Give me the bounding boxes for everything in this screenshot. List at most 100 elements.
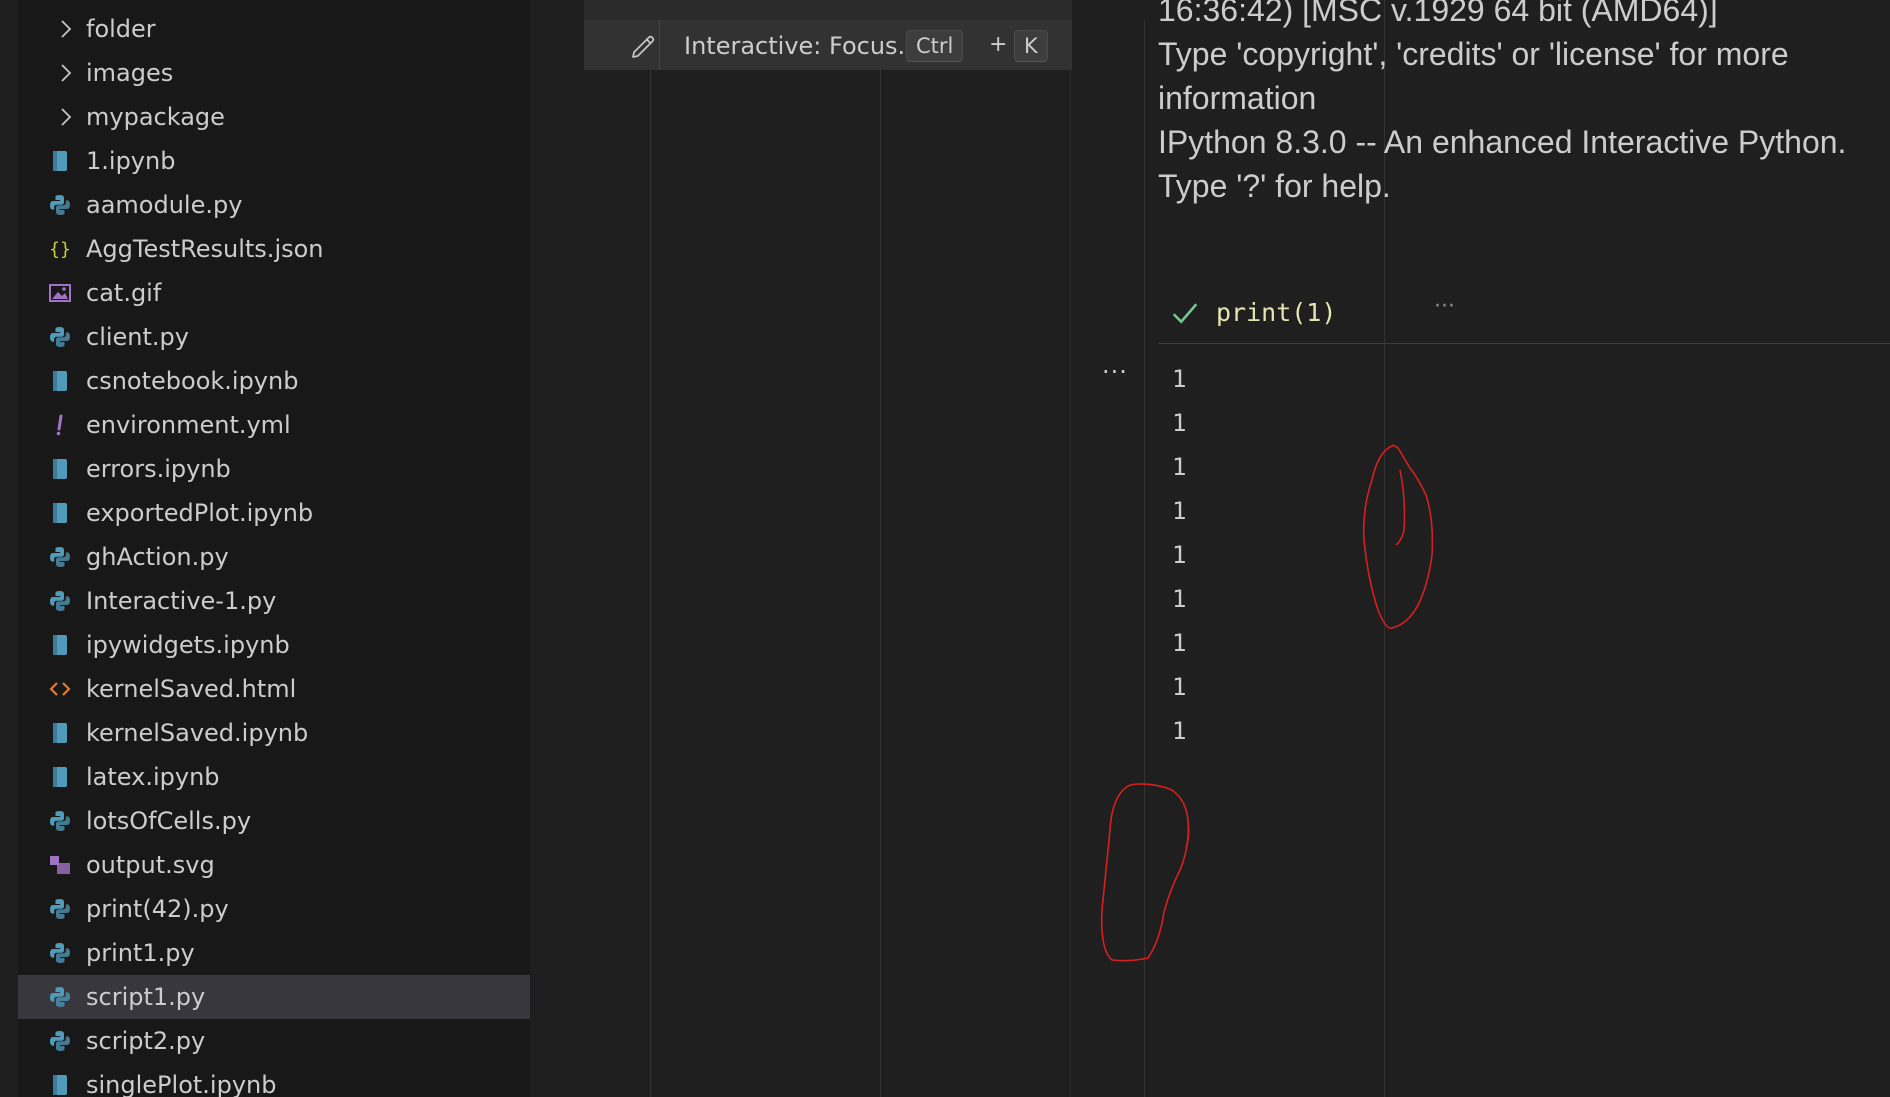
output-line: 1 xyxy=(1172,717,1187,745)
notebook-icon xyxy=(48,633,72,657)
explorer-item-label: folder xyxy=(86,15,156,43)
python-icon xyxy=(48,941,72,965)
explorer-sidebar: folder images mypackage 1.ipynb aamodule.py {… xyxy=(18,0,530,1097)
python-icon xyxy=(48,985,72,1009)
cell-source[interactable]: print(1) xyxy=(1216,298,1336,327)
explorer-file-row[interactable]: {} AggTestResults.json xyxy=(18,227,530,271)
code-cell-header[interactable]: print(1) ··· xyxy=(1158,292,1890,336)
output-line: 1 xyxy=(1172,629,1187,657)
explorer-file-row[interactable]: print(42).py xyxy=(18,887,530,931)
keybinding-key-k: K xyxy=(1014,30,1048,62)
explorer-item-label: cat.gif xyxy=(86,279,162,307)
explorer-item-label: ghAction.py xyxy=(86,543,229,571)
pencil-icon xyxy=(632,35,655,58)
explorer-file-row[interactable]: cat.gif xyxy=(18,271,530,315)
html-brackets-icon xyxy=(48,677,72,701)
explorer-file-row[interactable]: 1.ipynb xyxy=(18,139,530,183)
explorer-file-row[interactable]: ipywidgets.ipynb xyxy=(18,623,530,667)
banner-line: IPython 8.3.0 -- An enhanced Interactive… xyxy=(1158,124,1847,160)
command-palette-previous-item[interactable] xyxy=(584,0,1072,21)
notebook-icon xyxy=(48,149,72,173)
banner-line: 16:36:42) [MSC v.1929 64 bit (AMD64)] xyxy=(1158,0,1718,28)
python-icon xyxy=(48,545,72,569)
explorer-file-row[interactable]: environment.yml xyxy=(18,403,530,447)
explorer-item-label: ipywidgets.ipynb xyxy=(86,631,290,659)
explorer-item-label: script2.py xyxy=(86,1027,206,1055)
json-braces-icon: {} xyxy=(48,237,72,261)
explorer-file-row[interactable]: ghAction.py xyxy=(18,535,530,579)
explorer-file-row[interactable]: lotsOfCells.py xyxy=(18,799,530,843)
vscode-window: folder images mypackage 1.ipynb aamodule.py {… xyxy=(0,0,1890,1097)
cell-expand-more[interactable]: ··· xyxy=(1434,294,1455,319)
command-label: Interactive: Focus... xyxy=(684,32,921,60)
notebook-icon xyxy=(48,1073,72,1097)
explorer-file-row[interactable]: output.svg xyxy=(18,843,530,887)
explorer-item-label: kernelSaved.ipynb xyxy=(86,719,309,747)
notebook-icon xyxy=(48,765,72,789)
explorer-folder-row[interactable]: folder xyxy=(18,7,530,51)
column-guide xyxy=(1144,20,1145,1097)
output-line: 1 xyxy=(1172,673,1187,701)
python-icon xyxy=(48,325,72,349)
svg-icon xyxy=(48,853,72,877)
notebook-icon xyxy=(48,369,72,393)
explorer-item-label: Interactive-1.py xyxy=(86,587,277,615)
python-icon xyxy=(48,193,72,217)
banner-line: Type '?' for help. xyxy=(1158,168,1391,204)
explorer-item-label: errors.ipynb xyxy=(86,455,231,483)
explorer-item-label: aamodule.py xyxy=(86,191,243,219)
python-icon xyxy=(48,589,72,613)
interactive-window: 16:36:42) [MSC v.1929 64 bit (AMD64)] Typ… xyxy=(1072,0,1890,1097)
check-icon xyxy=(1172,303,1198,324)
explorer-item-label: singlePlot.ipynb xyxy=(86,1071,277,1097)
explorer-file-row[interactable]: script1.py xyxy=(18,975,530,1019)
explorer-file-row[interactable]: errors.ipynb xyxy=(18,447,530,491)
explorer-file-row[interactable]: aamodule.py xyxy=(18,183,530,227)
explorer-item-label: mypackage xyxy=(86,103,225,131)
indent-guide xyxy=(650,0,651,1097)
palette-divider xyxy=(659,20,660,70)
explorer-item-label: csnotebook.ipynb xyxy=(86,367,299,395)
keybinding-key-ctrl: Ctrl xyxy=(906,30,964,62)
output-line: 1 xyxy=(1172,497,1187,525)
explorer-file-row[interactable]: kernelSaved.html xyxy=(18,667,530,711)
output-line: 1 xyxy=(1172,541,1187,569)
explorer-item-label: client.py xyxy=(86,323,189,351)
cell-output-menu[interactable]: ··· xyxy=(1102,358,1128,386)
explorer-file-row[interactable]: script2.py xyxy=(18,1019,530,1063)
output-line: 1 xyxy=(1172,365,1187,393)
ipython-banner: 16:36:42) [MSC v.1929 64 bit (AMD64)] Typ… xyxy=(1158,0,1888,208)
output-line: 1 xyxy=(1172,453,1187,481)
chevron-right-icon xyxy=(54,105,78,129)
explorer-file-row[interactable]: print1.py xyxy=(18,931,530,975)
explorer-file-row[interactable]: kernelSaved.ipynb xyxy=(18,711,530,755)
explorer-folder-row[interactable]: images xyxy=(18,51,530,95)
python-icon xyxy=(48,1029,72,1053)
output-line: 1 xyxy=(1172,409,1187,437)
indent-guide xyxy=(880,0,881,1097)
explorer-item-label: AggTestResults.json xyxy=(86,235,324,263)
explorer-file-row[interactable]: singlePlot.ipynb xyxy=(18,1063,530,1097)
explorer-item-label: 1.ipynb xyxy=(86,147,176,175)
notebook-icon xyxy=(48,721,72,745)
explorer-file-row[interactable]: client.py xyxy=(18,315,530,359)
explorer-file-row[interactable]: latex.ipynb xyxy=(18,755,530,799)
keybinding-plus: + xyxy=(989,32,1008,57)
python-icon xyxy=(48,897,72,921)
explorer-item-label: print1.py xyxy=(86,939,195,967)
explorer-file-row[interactable]: Interactive-1.py xyxy=(18,579,530,623)
explorer-file-row[interactable]: exportedPlot.ipynb xyxy=(18,491,530,535)
explorer-file-row[interactable]: csnotebook.ipynb xyxy=(18,359,530,403)
exclamation-icon xyxy=(48,413,72,437)
explorer-folder-row[interactable]: mypackage xyxy=(18,95,530,139)
explorer-item-label: images xyxy=(86,59,174,87)
image-icon xyxy=(48,281,72,305)
explorer-item-label: environment.yml xyxy=(86,411,291,439)
explorer-item-label: print(42).py xyxy=(86,895,229,923)
explorer-item-label: output.svg xyxy=(86,851,215,879)
chevron-right-icon xyxy=(54,61,78,85)
python-icon xyxy=(48,809,72,833)
command-palette-item-focus[interactable]: Interactive: Focus... Ctrl + K xyxy=(584,20,1072,70)
banner-line: information xyxy=(1158,80,1317,116)
notebook-icon xyxy=(48,457,72,481)
